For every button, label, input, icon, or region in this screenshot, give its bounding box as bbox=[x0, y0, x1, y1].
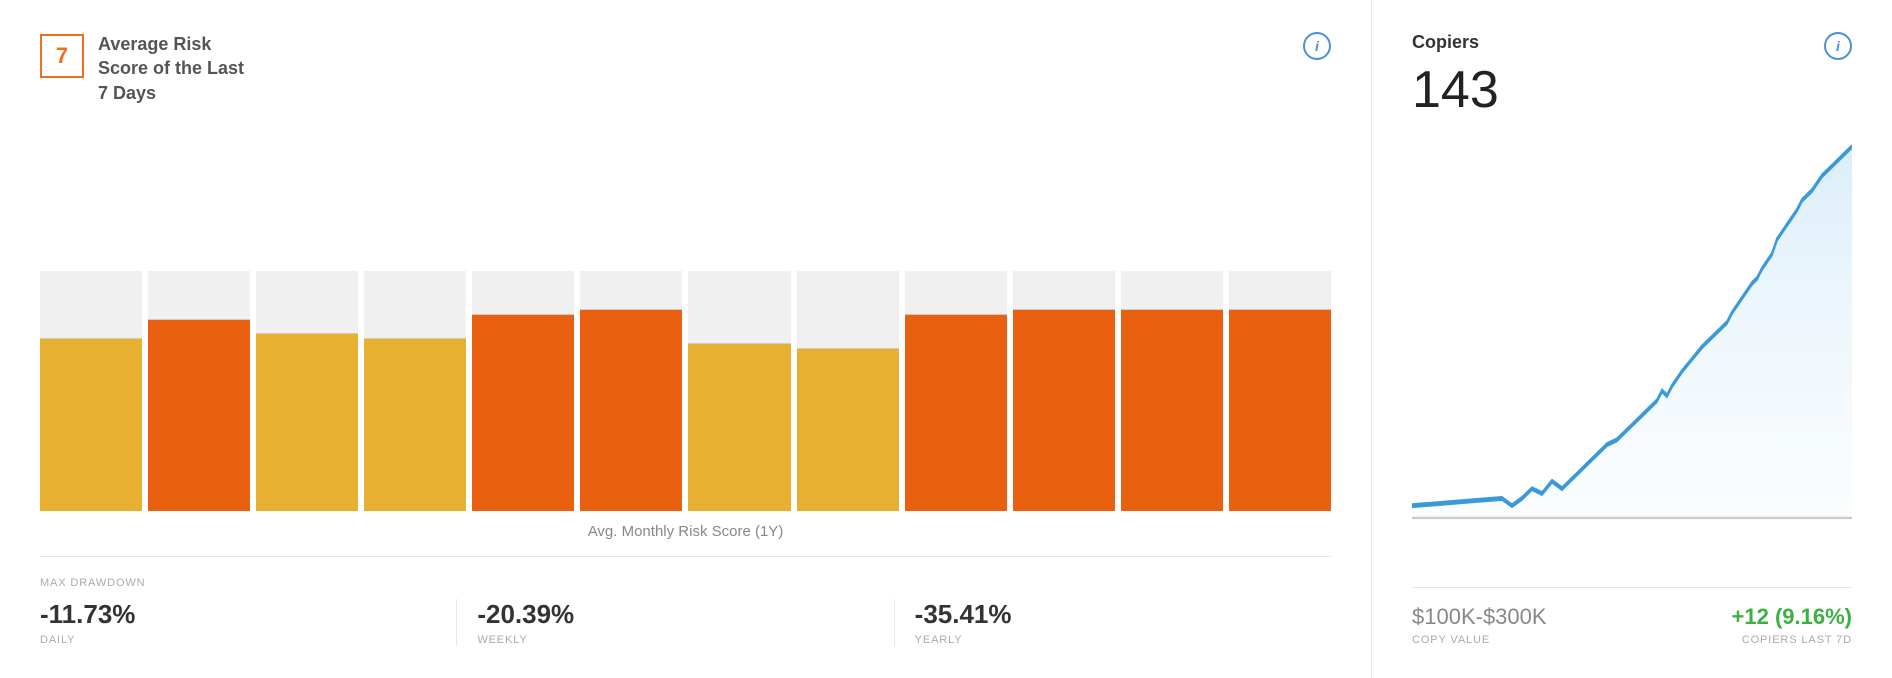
bar-top-section bbox=[364, 271, 466, 338]
bar-col bbox=[905, 271, 1007, 511]
bar-col bbox=[148, 271, 250, 511]
bar-col bbox=[256, 271, 358, 511]
drawdown-value: -20.39% bbox=[477, 599, 873, 630]
right-panel: Copiers i 143 $100K-$300K COPY VALUE +12 bbox=[1372, 0, 1892, 678]
copy-value-label: COPY VALUE bbox=[1412, 634, 1547, 646]
drawdown-section: MAX DRAWDOWN -11.73% DAILY -20.39% WEEKLY -3… bbox=[40, 556, 1331, 646]
copiers-chart bbox=[1412, 127, 1852, 567]
bar-bottom-section bbox=[40, 339, 142, 511]
left-panel: 7 Average Risk Score of the Last 7 Days … bbox=[0, 0, 1372, 678]
left-header: 7 Average Risk Score of the Last 7 Days … bbox=[40, 32, 1331, 105]
drawdown-period: WEEKLY bbox=[477, 634, 873, 646]
bar-top-section bbox=[905, 271, 1007, 314]
bar-bottom-section bbox=[472, 315, 574, 511]
bar-top-section bbox=[1013, 271, 1115, 309]
bar-bottom-section bbox=[905, 315, 1007, 511]
bar-bottom-section bbox=[364, 339, 466, 511]
copiers-change-group: +12 (9.16%) COPIERS LAST 7D bbox=[1732, 604, 1852, 646]
left-info-icon[interactable]: i bbox=[1303, 32, 1331, 60]
right-header: Copiers i bbox=[1412, 32, 1852, 60]
copiers-change-label: COPIERS LAST 7D bbox=[1732, 634, 1852, 646]
drawdown-period: DAILY bbox=[40, 634, 436, 646]
bar-col bbox=[364, 271, 466, 511]
drawdown-item: -35.41% YEARLY bbox=[915, 599, 1331, 646]
bar-chart: Avg. Monthly Risk Score (1Y) bbox=[40, 133, 1331, 544]
bar-col bbox=[797, 271, 899, 511]
bar-top-section bbox=[1229, 271, 1331, 309]
bar-bottom-section bbox=[256, 334, 358, 511]
bar-top-section bbox=[40, 271, 142, 338]
drawdown-values: -11.73% DAILY -20.39% WEEKLY -35.41% YEARLY bbox=[40, 599, 1331, 646]
bar-col bbox=[1121, 271, 1223, 511]
bar-bottom-section bbox=[797, 349, 899, 511]
bar-top-section bbox=[148, 271, 250, 319]
bar-col bbox=[580, 271, 682, 511]
bar-col bbox=[1013, 271, 1115, 511]
bar-top-section bbox=[256, 271, 358, 333]
bar-col bbox=[688, 271, 790, 511]
bottom-stats: $100K-$300K COPY VALUE +12 (9.16%) COPIE… bbox=[1412, 587, 1852, 646]
bar-bottom-section bbox=[148, 320, 250, 511]
bar-col bbox=[40, 271, 142, 511]
bar-top-section bbox=[1121, 271, 1223, 309]
bar-bottom-section bbox=[580, 310, 682, 511]
bar-col bbox=[472, 271, 574, 511]
drawdown-label: MAX DRAWDOWN bbox=[40, 577, 1331, 589]
bar-top-section bbox=[580, 271, 682, 309]
copy-value-group: $100K-$300K COPY VALUE bbox=[1412, 604, 1547, 646]
copy-value-amount: $100K-$300K bbox=[1412, 604, 1547, 630]
bar-bottom-section bbox=[1229, 310, 1331, 511]
panel-title: Average Risk Score of the Last 7 Days bbox=[98, 32, 244, 105]
drawdown-value: -35.41% bbox=[915, 599, 1311, 630]
bar-top-section bbox=[688, 271, 790, 343]
drawdown-period: YEARLY bbox=[915, 634, 1311, 646]
bars-area bbox=[40, 133, 1331, 511]
chart-label: Avg. Monthly Risk Score (1Y) bbox=[40, 523, 1331, 540]
bar-col bbox=[1229, 271, 1331, 511]
drawdown-item: -20.39% WEEKLY bbox=[477, 599, 894, 646]
copiers-change-value: +12 (9.16%) bbox=[1732, 604, 1852, 630]
copiers-count: 143 bbox=[1412, 62, 1852, 119]
bar-bottom-section bbox=[688, 344, 790, 511]
drawdown-value: -11.73% bbox=[40, 599, 436, 630]
bar-top-section bbox=[797, 271, 899, 348]
bar-bottom-section bbox=[1013, 310, 1115, 511]
copiers-title: Copiers bbox=[1412, 32, 1479, 53]
bar-bottom-section bbox=[1121, 310, 1223, 511]
drawdown-item: -11.73% DAILY bbox=[40, 599, 457, 646]
right-info-icon[interactable]: i bbox=[1824, 32, 1852, 60]
score-badge: 7 bbox=[40, 34, 84, 78]
bar-top-section bbox=[472, 271, 574, 314]
title-group: 7 Average Risk Score of the Last 7 Days bbox=[40, 32, 244, 105]
